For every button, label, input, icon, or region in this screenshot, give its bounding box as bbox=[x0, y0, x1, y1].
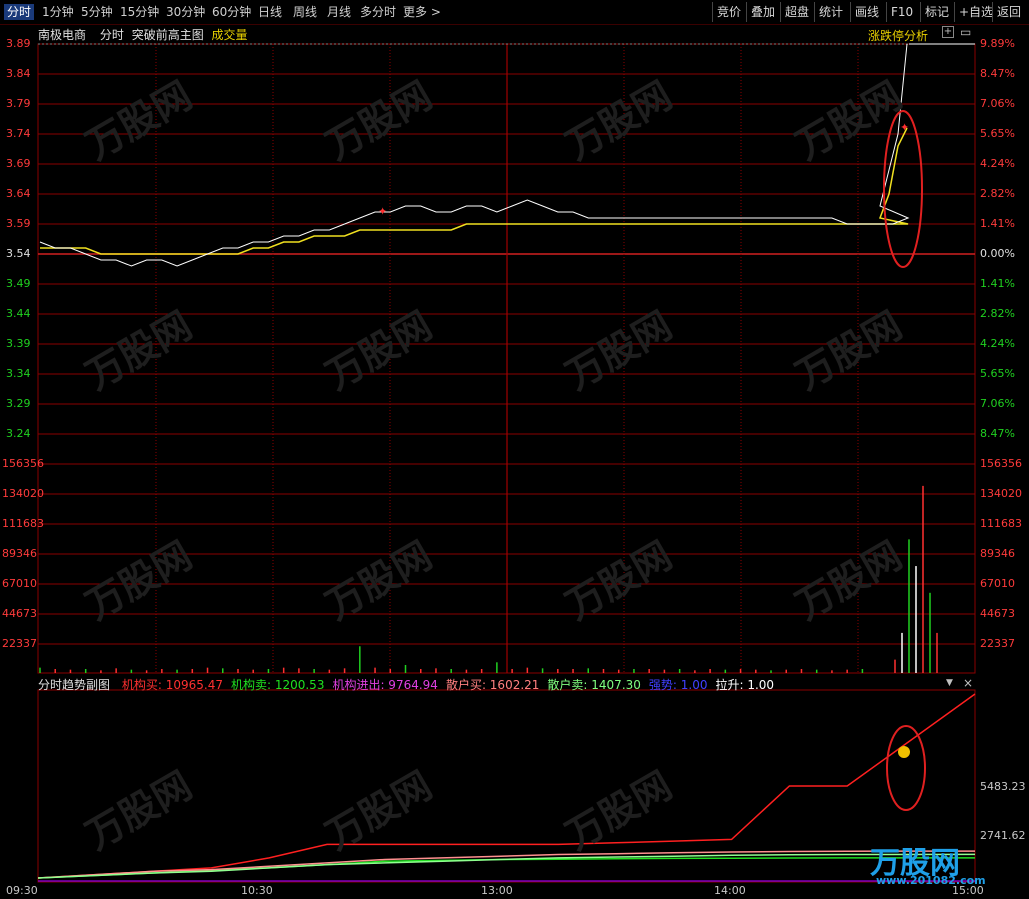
time-label-1400: 14:00 bbox=[714, 884, 746, 897]
pct-tick-label: 1.41% bbox=[980, 277, 1015, 290]
chart-grid bbox=[37, 43, 976, 883]
price-tick-label: 3.89 bbox=[6, 37, 31, 50]
intraday-chart: ✦✦ bbox=[37, 43, 976, 883]
volume-tick-label: 67010 bbox=[980, 577, 1015, 590]
pct-tick-label: 0.00% bbox=[980, 247, 1015, 260]
price-tick-label: 3.39 bbox=[6, 337, 31, 350]
indicator-legend: 分时趋势副图 机构买: 10965.47 机构卖: 1200.53 机构进出: 97… bbox=[38, 676, 782, 692]
price-tick-label: 3.44 bbox=[6, 307, 31, 320]
indicator-close-icon[interactable]: × bbox=[963, 676, 973, 690]
pct-tick-label: 5.65% bbox=[980, 367, 1015, 380]
indicator-item: 机构卖: 1200.53 bbox=[230, 678, 325, 692]
time-label-1030: 10:30 bbox=[241, 884, 273, 897]
price-tick-label: 3.84 bbox=[6, 67, 31, 80]
indicator-dropdown-icon[interactable]: ▼ bbox=[946, 678, 953, 688]
volume-tick-label: 89346 bbox=[2, 547, 37, 560]
pct-tick-label: 5.65% bbox=[980, 127, 1015, 140]
breakout-marker-icon: ✦ bbox=[378, 205, 387, 218]
breakout-up-icon bbox=[898, 746, 910, 758]
pct-tick-label: 2.82% bbox=[980, 187, 1015, 200]
price-tick-label: 3.69 bbox=[6, 157, 31, 170]
price-tick-label: 3.49 bbox=[6, 277, 31, 290]
pct-tick-label: 9.89% bbox=[980, 37, 1015, 50]
indicator-item: 散户买: 1602.21 bbox=[445, 678, 540, 692]
indicator-item: 散户卖: 1407.30 bbox=[547, 678, 641, 692]
indicator-item: 机构进出: 9764.94 bbox=[332, 678, 438, 692]
annotation-layer: ✦✦ bbox=[378, 110, 926, 811]
volume-tick-label: 44673 bbox=[980, 607, 1015, 620]
volume-tick-label: 111683 bbox=[980, 517, 1022, 530]
volume-tick-label: 134020 bbox=[2, 487, 44, 500]
indicator-line bbox=[37, 693, 976, 879]
volume-tick-label: 22337 bbox=[980, 637, 1015, 650]
volume-tick-label: 67010 bbox=[2, 577, 37, 590]
time-label-0930: 09:30 bbox=[6, 884, 38, 897]
volume-tick-label: 22337 bbox=[2, 637, 37, 650]
volume-tick-label: 89346 bbox=[980, 547, 1015, 560]
breakout-marker-icon: ✦ bbox=[900, 121, 909, 134]
price-tick-label: 3.34 bbox=[6, 367, 31, 380]
volume-layer bbox=[39, 485, 938, 673]
avg-price-line bbox=[40, 127, 909, 255]
indicator-item: 拉升: 1.00 bbox=[715, 678, 775, 692]
pct-tick-label: 1.41% bbox=[980, 217, 1015, 230]
indicator-item: 强势: 1.00 bbox=[648, 678, 708, 692]
price-tick-label: 3.79 bbox=[6, 97, 31, 110]
pct-tick-label: 7.06% bbox=[980, 397, 1015, 410]
indicator-axis-high: 5483.23 bbox=[980, 780, 1026, 793]
volume-tick-label: 156356 bbox=[2, 457, 44, 470]
pct-tick-label: 8.47% bbox=[980, 67, 1015, 80]
pct-tick-label: 4.24% bbox=[980, 157, 1015, 170]
pct-tick-label: 7.06% bbox=[980, 97, 1015, 110]
indicator-layer bbox=[37, 693, 976, 882]
pct-tick-label: 4.24% bbox=[980, 337, 1015, 350]
pct-tick-label: 8.47% bbox=[980, 427, 1015, 440]
price-tick-label: 3.54 bbox=[6, 247, 31, 260]
price-tick-label: 3.74 bbox=[6, 127, 31, 140]
volume-tick-label: 156356 bbox=[980, 457, 1022, 470]
indicator-name[interactable]: 分时趋势副图 bbox=[38, 678, 110, 692]
indicator-item: 机构买: 10965.47 bbox=[121, 678, 223, 692]
indicator-line bbox=[37, 857, 975, 879]
pct-tick-label: 2.82% bbox=[980, 307, 1015, 320]
highlight-circle bbox=[886, 725, 926, 811]
price-tick-label: 3.59 bbox=[6, 217, 31, 230]
price-line bbox=[39, 43, 910, 267]
indicator-axis-low: 2741.62 bbox=[980, 829, 1026, 842]
time-label-1300: 13:00 bbox=[481, 884, 513, 897]
price-tick-label: 3.29 bbox=[6, 397, 31, 410]
price-tick-label: 3.24 bbox=[6, 427, 31, 440]
volume-tick-label: 134020 bbox=[980, 487, 1022, 500]
volume-tick-label: 44673 bbox=[2, 607, 37, 620]
brand-logo-site: www.201082.com bbox=[876, 874, 986, 887]
price-tick-label: 3.64 bbox=[6, 187, 31, 200]
volume-tick-label: 111683 bbox=[2, 517, 44, 530]
